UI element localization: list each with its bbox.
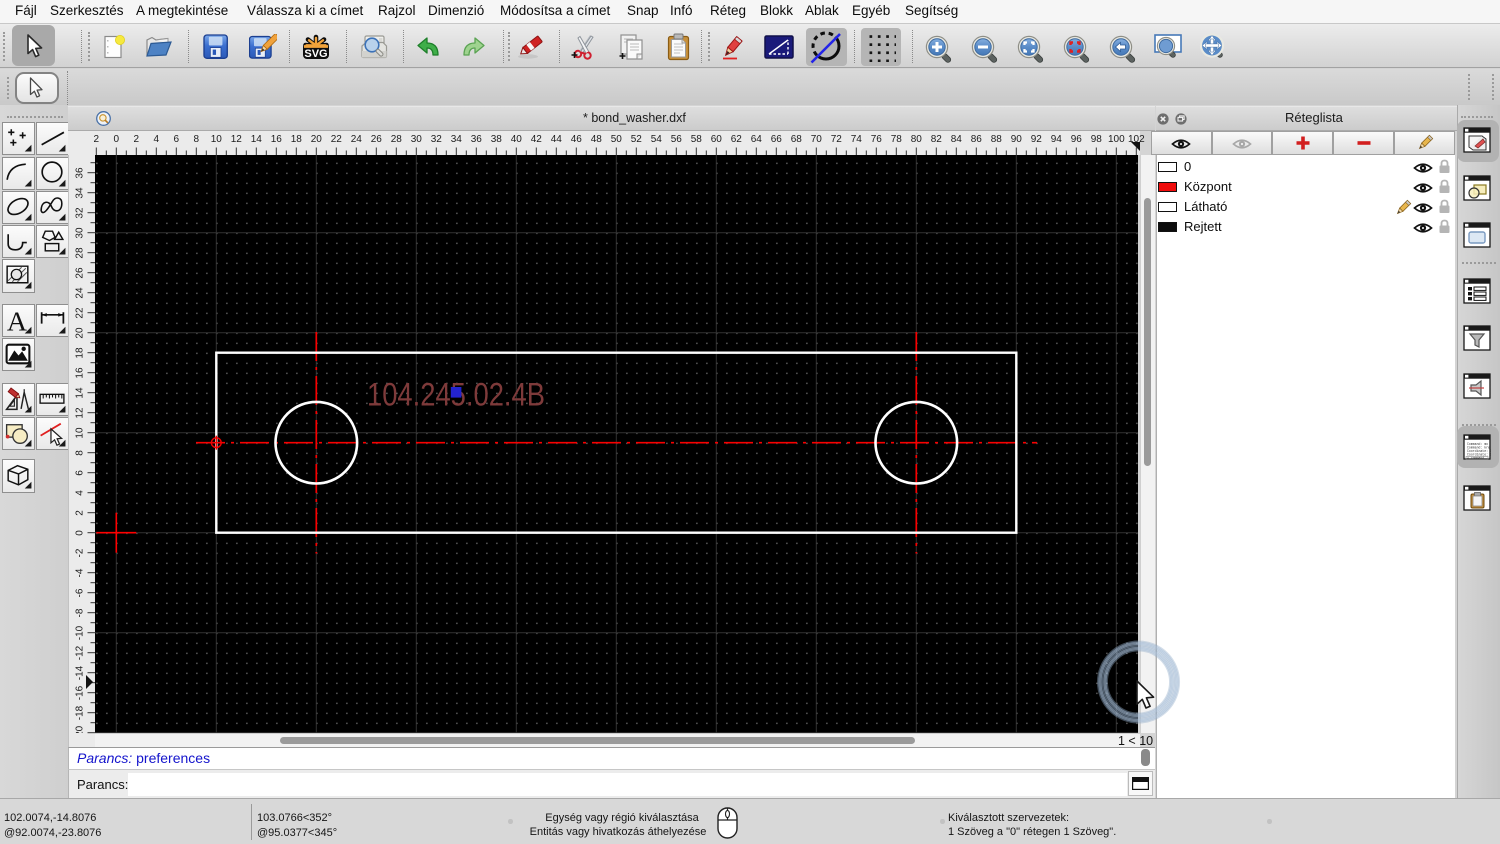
svg-text:A: A — [6, 306, 26, 335]
svg-text:SVG: SVG — [304, 48, 327, 60]
svg-text:> command: > command — [1467, 456, 1484, 460]
